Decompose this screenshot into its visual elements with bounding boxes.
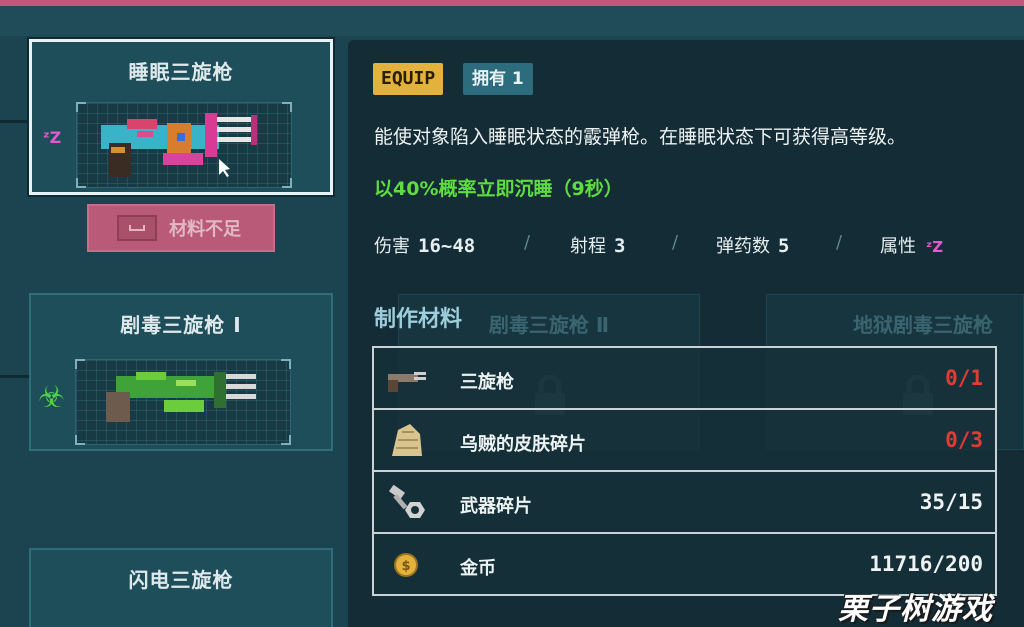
material-count: 0/1 [945, 366, 983, 390]
material-count: 0/3 [945, 428, 983, 452]
weapon-card-title: 闪电三旋枪 [128, 568, 234, 592]
gold-coin-icon: $ [394, 553, 418, 577]
stat-range: 射程 3 [570, 232, 625, 258]
weapon-card-poison-shotgun-1[interactable]: 剧毒三旋枪 Ⅰ [29, 293, 333, 451]
watermark-logo: 栗子树游戏 [838, 592, 993, 627]
craft-button-label: 材料不足 [169, 219, 241, 240]
material-row: 三旋枪 0/1 [372, 346, 997, 410]
weapon-description: 能使对象陷入睡眠状态的霰弹枪。在睡眠状态下可获得高等级。 [374, 126, 907, 148]
weapon-preview-frame [76, 102, 292, 188]
svg-text:$: $ [401, 559, 410, 574]
stat-label: 弹药数 [716, 236, 770, 257]
stat-attribute: 属性 ᶻZ [880, 232, 943, 258]
material-row: 武器碎片 35/15 [372, 470, 997, 534]
material-name: 三旋枪 [460, 372, 514, 393]
equip-tag: EQUIP [373, 63, 444, 95]
material-name: 金币 [460, 558, 496, 579]
stat-value: 3 [614, 235, 626, 257]
weapon-effect: 以40%概率立即沉睡（9秒） [374, 178, 623, 200]
poison-shotgun-icon [106, 372, 256, 422]
sleep-shotgun-icon [101, 113, 257, 177]
material-count: 35/15 [919, 490, 983, 514]
weapon-card-title: 剧毒三旋枪 Ⅰ [120, 313, 242, 337]
spacebar-key-icon [117, 215, 157, 241]
stat-value: 5 [778, 235, 790, 257]
materials-list: 三旋枪 0/1 乌贼的皮肤碎片 0/3 武器碎片 35/15 $ 金币 1171… [372, 346, 997, 596]
sleep-zzz-icon: ᶻZ [43, 128, 62, 147]
owned-count-tag: 拥有 1 [463, 63, 533, 95]
stat-ammo: 弹药数 5 [716, 232, 789, 258]
stat-separator: / [672, 232, 679, 253]
tree-connector [0, 375, 30, 378]
weapon-card-title: 睡眠三旋枪 [128, 60, 234, 84]
material-name: 武器碎片 [460, 496, 532, 517]
squid-skin-icon [392, 424, 422, 456]
stat-separator: / [524, 232, 531, 253]
material-name: 乌贼的皮肤碎片 [460, 434, 586, 455]
stat-label: 伤害 [374, 236, 410, 257]
weapon-card-sleep-shotgun[interactable]: 睡眠三旋枪 [29, 39, 333, 195]
shotgun-icon [388, 372, 426, 392]
craft-insufficient-button[interactable]: 材料不足 [87, 204, 275, 252]
stat-damage: 伤害 16~48 [374, 232, 475, 258]
stat-value: 16~48 [418, 235, 476, 257]
materials-section-title: 制作材料 [374, 307, 463, 332]
material-count: 11716/200 [869, 552, 983, 576]
weapon-card-lightning-shotgun[interactable]: 闪电三旋枪 [29, 548, 333, 627]
locked-card-title: 地狱剧毒三旋枪 [853, 313, 993, 337]
stat-label: 射程 [570, 236, 606, 257]
bolt-nut-icon [388, 484, 425, 518]
weapon-stats: 伤害 16~48 / 射程 3 / 弹药数 5 / 属性 ᶻZ [374, 232, 974, 260]
material-row: 乌贼的皮肤碎片 0/3 [372, 408, 997, 472]
top-shade [0, 6, 1024, 36]
sleep-zzz-icon: ᶻZ [926, 238, 944, 256]
stat-separator: / [836, 232, 843, 253]
stat-label: 属性 [880, 236, 916, 257]
tree-connector [0, 120, 30, 123]
weapon-preview-frame [75, 359, 291, 445]
biohazard-icon: ☣ [38, 380, 65, 415]
